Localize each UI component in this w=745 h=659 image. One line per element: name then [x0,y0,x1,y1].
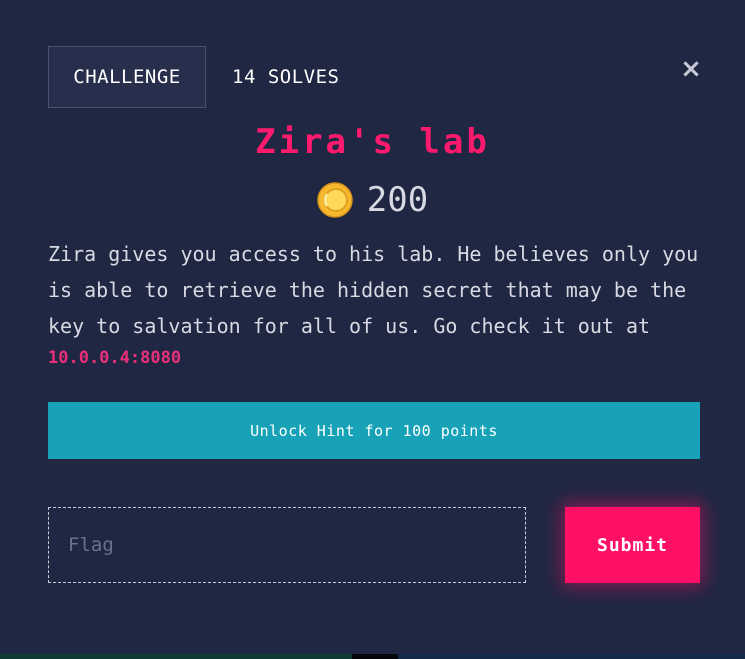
tab-challenge-label: CHALLENGE [73,66,181,88]
unlock-hint-button[interactable]: Unlock Hint for 100 points [48,402,700,459]
points-row: 200 [0,180,745,220]
flag-input[interactable] [48,507,526,583]
coin-icon [317,182,353,218]
background-strip-segment [352,654,398,659]
challenge-description: Zira gives you access to his lab. He bel… [48,242,699,338]
solves-tab[interactable]: 14 SOLVES [232,66,339,88]
challenge-address-link[interactable]: 10.0.0.4:8080 [48,348,181,368]
close-icon[interactable]: × [678,56,704,82]
background-strip-segment [398,654,745,659]
background-strip [0,654,745,659]
submit-button[interactable]: Submit [565,507,700,583]
challenge-modal: CHALLENGE 14 SOLVES × Zira's lab 200 Zir… [0,0,745,659]
background-strip-segment [0,654,352,659]
tab-challenge[interactable]: CHALLENGE [48,46,206,108]
solves-label: 14 SOLVES [232,66,340,88]
challenge-points: 200 [366,180,429,220]
challenge-title: Zira's lab [255,122,490,162]
